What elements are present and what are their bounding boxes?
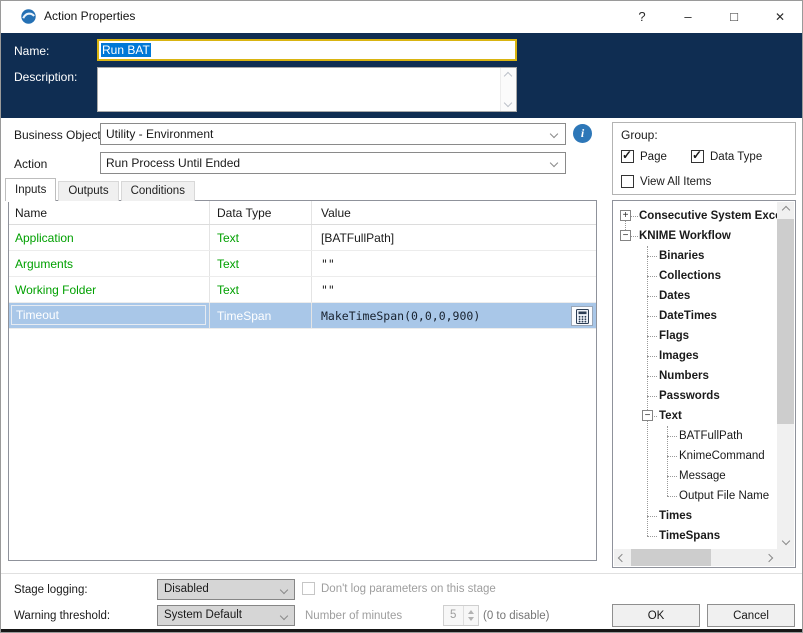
window-title: Action Properties <box>44 9 136 23</box>
action-value: Run Process Until Ended <box>106 156 241 170</box>
scroll-down-icon[interactable] <box>781 536 790 546</box>
tree-item-numbers[interactable]: Numbers <box>614 366 777 386</box>
checkbox-checked-icon[interactable] <box>691 148 704 163</box>
scrollbar-thumb[interactable] <box>631 549 711 566</box>
scroll-up-icon[interactable] <box>503 71 513 81</box>
spinner-arrows[interactable] <box>463 606 478 625</box>
tree-item-output-file-name[interactable]: Output File Name <box>614 486 777 506</box>
scroll-right-icon[interactable] <box>764 553 774 562</box>
tree-item-passwords[interactable]: Passwords <box>614 386 777 406</box>
info-icon[interactable]: i <box>573 124 592 143</box>
scrollbar-thumb[interactable] <box>777 219 794 424</box>
calculator-icon <box>575 308 589 324</box>
tree-item-flags[interactable]: Flags <box>614 326 777 346</box>
tab-outputs[interactable]: Outputs <box>58 181 119 201</box>
dialog-header: Name: Run BAT Description: <box>0 33 803 118</box>
scroll-down-icon[interactable] <box>503 98 513 108</box>
warning-threshold-select[interactable]: System Default <box>157 605 295 626</box>
checkbox-unchecked-icon[interactable] <box>621 175 634 188</box>
checkbox-data-type[interactable]: Data Type <box>691 148 762 163</box>
tree-horizontal-scrollbar[interactable] <box>614 549 777 566</box>
tree-vertical-scrollbar[interactable] <box>777 202 794 549</box>
tree-item-images[interactable]: Images <box>614 346 777 366</box>
checkbox-page[interactable]: Page <box>621 148 667 163</box>
scrollbar-corner <box>777 549 794 566</box>
description-scrollbar[interactable] <box>500 68 516 111</box>
description-label: Description: <box>14 70 78 84</box>
tree-body: + Consecutive System Except − KNIME Work… <box>614 202 777 549</box>
tree-item-timespans[interactable]: TimeSpans <box>614 526 777 546</box>
disable-note: (0 to disable) <box>483 610 550 622</box>
table-header: Name Data Type Value <box>9 201 596 225</box>
spin-down-icon[interactable] <box>468 616 474 621</box>
checkbox-unchecked-icon[interactable] <box>302 582 315 595</box>
cancel-button[interactable]: Cancel <box>707 604 795 627</box>
tree-item-consecutive-system-exception[interactable]: + Consecutive System Except <box>614 206 777 226</box>
action-label: Action <box>14 157 48 171</box>
footer-divider <box>0 573 803 574</box>
stage-logging-select[interactable]: Disabled <box>157 579 295 600</box>
tab-conditions[interactable]: Conditions <box>120 181 195 201</box>
action-properties-dialog: Action Properties ? – □ ✕ Name: Run BAT … <box>0 0 803 633</box>
chevron-down-icon <box>279 611 289 621</box>
table-row-timeout[interactable]: Timeout TimeSpan MakeTimeSpan(0,0,0,900) <box>9 303 596 329</box>
tree-item-binaries[interactable]: Binaries <box>614 246 777 266</box>
minimize-button[interactable]: – <box>665 0 711 33</box>
collapse-icon[interactable]: − <box>620 230 631 241</box>
app-icon <box>20 8 37 25</box>
help-button[interactable]: ? <box>619 0 665 33</box>
name-cell-focus[interactable]: Timeout <box>11 305 206 325</box>
expression-editor-button[interactable] <box>571 306 593 326</box>
warning-threshold-label: Warning threshold: <box>14 610 111 622</box>
ok-button[interactable]: OK <box>612 604 700 627</box>
tree-item-batfullpath[interactable]: BATFullPath <box>614 426 777 446</box>
group-label: Group: <box>621 128 658 142</box>
scroll-up-icon[interactable] <box>781 205 790 215</box>
checkbox-dont-log-parameters[interactable]: Don't log parameters on this stage <box>302 582 496 595</box>
name-value-selected-text: Run BAT <box>101 43 151 57</box>
action-select[interactable]: Run Process Until Ended <box>100 152 566 174</box>
inputs-table: Name Data Type Value Application Text [B… <box>8 200 597 561</box>
tree-item-collections[interactable]: Collections <box>614 266 777 286</box>
maximize-button[interactable]: □ <box>711 0 757 33</box>
tree-item-times[interactable]: Times <box>614 506 777 526</box>
expand-icon[interactable]: + <box>620 210 631 221</box>
name-input[interactable]: Run BAT <box>97 39 517 61</box>
group-panel: Group: Page Data Type View All Items <box>612 122 796 195</box>
description-input[interactable] <box>97 67 517 112</box>
data-items-tree: + Consecutive System Except − KNIME Work… <box>612 200 796 568</box>
business-object-value: Utility - Environment <box>106 127 214 141</box>
window-bottom-edge <box>0 629 803 633</box>
table-row-working-folder[interactable]: Working Folder Text "" <box>9 277 596 303</box>
minutes-spinner[interactable]: 5 <box>443 605 479 626</box>
table-row-application[interactable]: Application Text [BATFullPath] <box>9 225 596 251</box>
tree-item-datetimes[interactable]: DateTimes <box>614 306 777 326</box>
column-header-value: Value <box>311 201 596 224</box>
stage-logging-label: Stage logging: <box>14 584 88 596</box>
tree-item-text[interactable]: − Text <box>614 406 777 426</box>
spin-up-icon[interactable] <box>468 610 474 615</box>
tab-strip: Inputs Outputs Conditions <box>5 178 197 202</box>
collapse-icon[interactable]: − <box>642 410 653 421</box>
number-of-minutes-label: Number of minutes <box>305 610 403 622</box>
tree-item-message[interactable]: Message <box>614 466 777 486</box>
checkbox-checked-icon[interactable] <box>621 148 634 163</box>
tree-item-knimecommand[interactable]: KnimeCommand <box>614 446 777 466</box>
business-object-label: Business Object <box>14 128 101 142</box>
tree-item-knime-workflow[interactable]: − KNIME Workflow <box>614 226 777 246</box>
checkbox-view-all-items[interactable]: View All Items <box>621 175 711 188</box>
chevron-down-icon <box>279 585 289 595</box>
name-label: Name: <box>14 44 50 58</box>
column-header-name: Name <box>15 205 48 220</box>
tab-inputs[interactable]: Inputs <box>5 178 57 202</box>
tree-item-dates[interactable]: Dates <box>614 286 777 306</box>
title-bar: Action Properties ? – □ ✕ <box>0 0 803 33</box>
column-header-data-type: Data Type <box>209 201 311 224</box>
business-object-select[interactable]: Utility - Environment <box>100 123 566 145</box>
scroll-left-icon[interactable] <box>617 553 627 562</box>
chevron-down-icon <box>549 129 559 139</box>
close-button[interactable]: ✕ <box>757 0 803 33</box>
table-row-arguments[interactable]: Arguments Text "" <box>9 251 596 277</box>
chevron-down-icon <box>549 158 559 168</box>
